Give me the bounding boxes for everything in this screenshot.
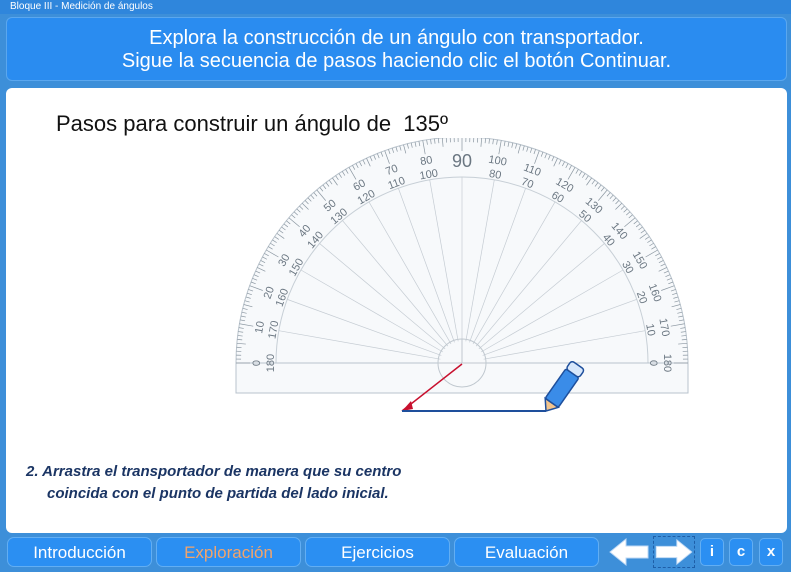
- bottom-nav: Introducción Exploración Ejercicios Eval…: [0, 533, 791, 572]
- header-banner: Explora la construcción de un ángulo con…: [6, 17, 787, 81]
- protractor[interactable]: 0 18010 1702016030150401405013060120701108…: [228, 138, 696, 418]
- title-text: Pasos para construir un ángulo de: [56, 111, 392, 136]
- continue-arrow-icon[interactable]: [653, 536, 695, 568]
- close-button[interactable]: x: [759, 538, 783, 566]
- tab-evaluacion[interactable]: Evaluación: [454, 537, 599, 567]
- content-panel: Pasos para construir un ángulo de 135º 0…: [6, 88, 787, 533]
- credits-button[interactable]: c: [729, 538, 753, 566]
- arrowhead-icon: [402, 401, 413, 411]
- protractor-label-90: 90: [452, 151, 472, 171]
- window-title: Bloque III - Medición de ángulos: [0, 0, 791, 14]
- page-title: Pasos para construir un ángulo de 135º: [56, 111, 448, 137]
- header-line-1: Explora la construcción de un ángulo con…: [149, 27, 644, 49]
- angle-value: 135º: [403, 111, 448, 136]
- protractor-inner-label: 180: [265, 354, 277, 372]
- protractor-outer-label: 180: [661, 354, 673, 372]
- protractor-outer-label: 10: [253, 320, 267, 334]
- protractor-inner-label: 80: [488, 168, 502, 182]
- instruction-text: 2. Arrastra el transportador de manera q…: [26, 461, 546, 505]
- instruction-line-1: 2. Arrastra el transportador de manera q…: [26, 463, 402, 480]
- info-button[interactable]: i: [700, 538, 724, 566]
- protractor-outer-label: 0: [251, 360, 263, 366]
- tab-exploracion[interactable]: Exploración: [156, 537, 301, 567]
- tab-ejercicios[interactable]: Ejercicios: [305, 537, 450, 567]
- tab-introduccion[interactable]: Introducción: [7, 537, 152, 567]
- protractor-inner-label: 0: [647, 360, 659, 366]
- instruction-line-2: coincida con el punto de partida del lad…: [47, 485, 389, 502]
- header-line-2: Sigue la secuencia de pasos haciendo cli…: [121, 50, 672, 72]
- protractor-outer-label: 80: [419, 154, 433, 168]
- back-arrow-icon[interactable]: [608, 536, 650, 568]
- protractor-inner-label: 10: [643, 323, 657, 337]
